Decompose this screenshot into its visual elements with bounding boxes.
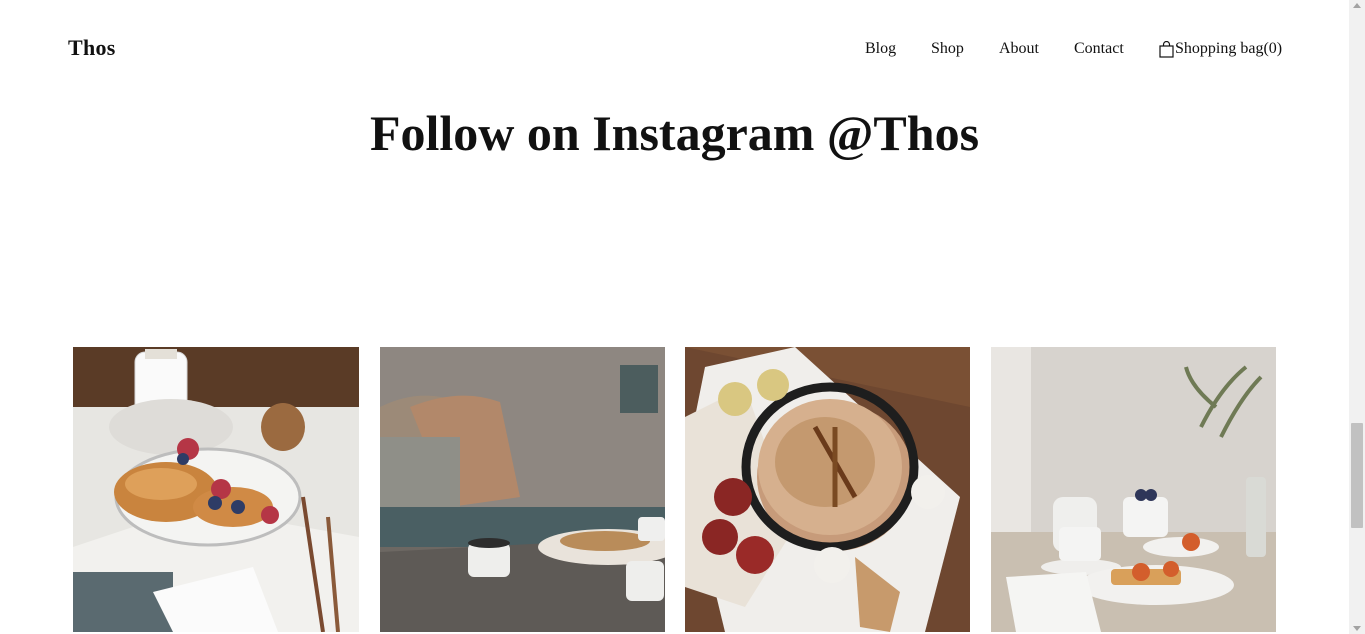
instagram-photo-waffles[interactable] [991,347,1276,632]
shopping-bag-label: Shopping bag [1175,40,1264,57]
nav-shop[interactable]: Shop [931,40,964,58]
nav-blog[interactable]: Blog [865,40,896,58]
scrollbar-thumb[interactable] [1351,423,1363,528]
instagram-photo-apple-pie[interactable] [685,347,970,632]
instagram-photo-cozy-room[interactable] [380,347,665,632]
nav-about[interactable]: About [999,40,1039,58]
scroll-up-arrow-icon[interactable] [1353,3,1361,8]
site-logo[interactable]: Thos [68,35,116,61]
nav-contact[interactable]: Contact [1074,40,1124,58]
vertical-scrollbar[interactable] [1349,0,1365,634]
shopping-bag-link[interactable]: Shopping bag (0) [1159,40,1282,58]
instagram-photo-croissant[interactable] [73,347,359,632]
instagram-heading: Follow on Instagram @Thos [369,105,980,161]
scroll-down-arrow-icon[interactable] [1353,626,1361,631]
site-header: Thos Blog Shop About Contact Shopping ba… [0,0,1349,98]
shopping-bag-count: (0) [1263,40,1283,57]
shopping-bag-icon [1159,40,1174,58]
